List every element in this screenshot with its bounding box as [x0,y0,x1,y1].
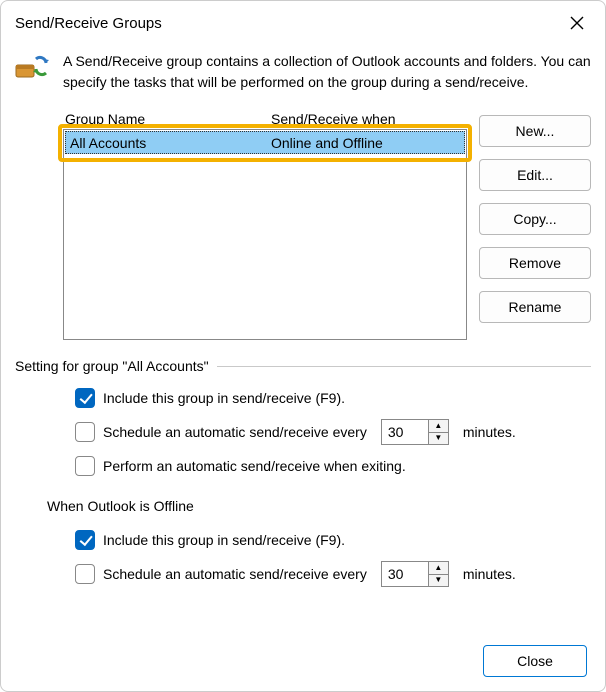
offline-minutes-stepper[interactable]: ▲ ▼ [381,561,449,587]
intro-text: A Send/Receive group contains a collecti… [63,51,591,93]
new-button[interactable]: New... [479,115,591,147]
close-icon[interactable] [561,9,593,37]
schedule-online-checkbox[interactable] [75,422,95,442]
spinner-down-icon[interactable]: ▼ [429,433,448,445]
column-send-receive-when: Send/Receive when [271,111,467,127]
offline-minutes-input[interactable] [382,562,428,586]
spinner-down-icon[interactable]: ▼ [429,575,448,587]
row-when: Online and Offline [271,135,464,151]
include-offline-label: Include this group in send/receive (F9). [103,532,345,548]
send-receive-icon [15,51,51,86]
section-heading: Setting for group "All Accounts" [15,358,209,374]
row-name: All Accounts [66,135,271,151]
schedule-online-label: Schedule an automatic send/receive every [103,424,367,440]
groups-listbox[interactable]: All Accounts Online and Offline [63,129,467,340]
spinner-up-icon[interactable]: ▲ [429,562,448,575]
schedule-offline-checkbox[interactable] [75,564,95,584]
spinner-up-icon[interactable]: ▲ [429,420,448,433]
copy-button[interactable]: Copy... [479,203,591,235]
edit-button[interactable]: Edit... [479,159,591,191]
online-minutes-suffix: minutes. [463,424,516,440]
offline-minutes-suffix: minutes. [463,566,516,582]
divider [217,366,591,367]
column-group-name: Group Name [63,111,271,127]
exit-label: Perform an automatic send/receive when e… [103,458,406,474]
include-online-checkbox[interactable] [75,388,95,408]
online-minutes-stepper[interactable]: ▲ ▼ [381,419,449,445]
offline-heading: When Outlook is Offline [47,498,591,514]
include-online-label: Include this group in send/receive (F9). [103,390,345,406]
exit-checkbox[interactable] [75,456,95,476]
list-item[interactable]: All Accounts Online and Offline [65,131,465,154]
rename-button[interactable]: Rename [479,291,591,323]
online-minutes-input[interactable] [382,420,428,444]
close-button[interactable]: Close [483,645,587,677]
remove-button[interactable]: Remove [479,247,591,279]
schedule-offline-label: Schedule an automatic send/receive every [103,566,367,582]
include-offline-checkbox[interactable] [75,530,95,550]
dialog-title: Send/Receive Groups [15,15,162,32]
